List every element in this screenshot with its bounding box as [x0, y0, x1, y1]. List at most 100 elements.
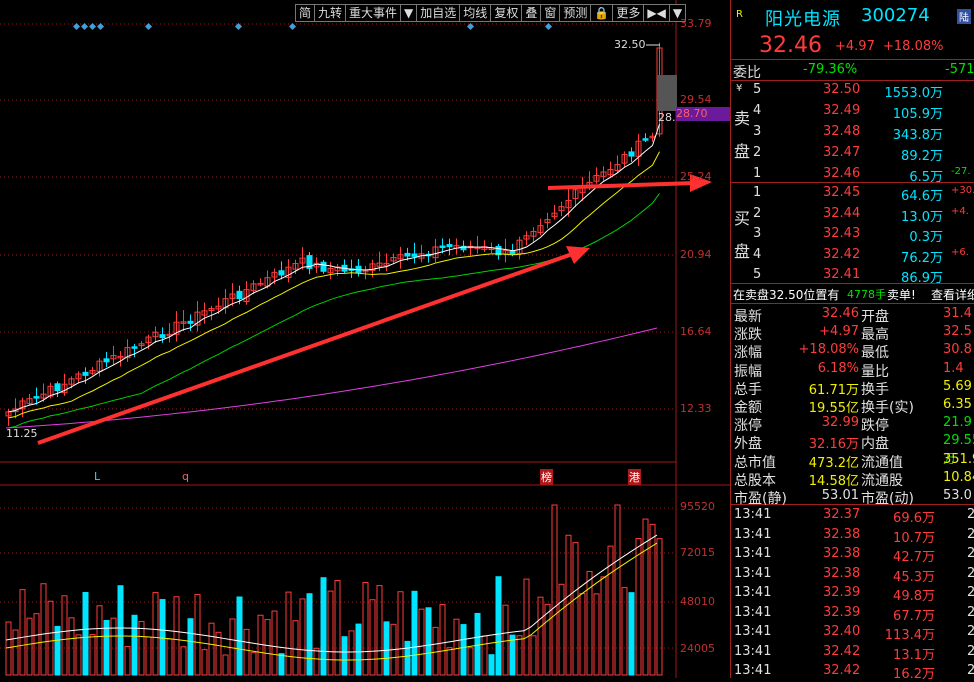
toolbar-item[interactable]: 简: [295, 4, 316, 22]
event-marker: [544, 22, 553, 31]
volume-bar: [208, 622, 215, 676]
candle-body: [54, 383, 61, 392]
stat-label: 总股本: [734, 472, 776, 489]
volume-bar: [33, 613, 40, 676]
marker-q[interactable]: q: [182, 470, 189, 483]
event-marker: [144, 22, 153, 31]
toolbar-item[interactable]: 预测: [559, 4, 592, 22]
toolbar-item[interactable]: 叠: [521, 4, 542, 22]
volume-bar: [40, 583, 47, 676]
volume-bar: [397, 591, 404, 676]
stat-label: 流通股: [861, 472, 903, 489]
low-price-label: 11.25: [6, 427, 38, 440]
stat-label: 最高: [861, 327, 889, 344]
volume-bar: [341, 636, 348, 676]
r-badge: R: [736, 9, 743, 20]
volume-bar: [579, 593, 586, 676]
volume-bar: [537, 596, 544, 676]
toolbar-item[interactable]: 重大事件: [345, 4, 402, 22]
volume-bar: [26, 617, 33, 676]
sell-price: 32.48: [823, 124, 861, 139]
tick-time: 13:41: [734, 526, 772, 542]
sell-level: 1: [753, 166, 762, 181]
stat-value: 10.84: [943, 469, 974, 485]
toolbar-item[interactable]: ▶◀: [643, 4, 670, 22]
weibi-label: 委比: [733, 65, 761, 81]
volume-bar: [138, 620, 145, 676]
stat-label: 换手(实): [861, 400, 914, 416]
stat-value: 6.35: [943, 397, 972, 412]
kline-chart[interactable]: [0, 0, 730, 678]
volume-bar: [285, 591, 292, 676]
notice-action: 卖单!: [887, 288, 916, 302]
tick-volume: 10.7万: [893, 530, 935, 546]
buy-volume: 86.9万: [901, 271, 943, 286]
tick-time: 13:41: [734, 643, 772, 659]
candle-body: [446, 244, 453, 248]
volume-bar: [509, 634, 516, 676]
stat-value: 473.2亿: [808, 455, 859, 471]
volume-bar: [600, 576, 607, 676]
buy-price: 32.44: [823, 205, 861, 221]
volume-bar: [467, 647, 474, 676]
stock-code: 300274: [861, 5, 930, 26]
candle-body: [33, 396, 40, 399]
tick-price: 32.38: [823, 546, 861, 561]
volume-bar: [628, 592, 635, 676]
sell-level: 4: [753, 103, 762, 118]
volume-bar: [124, 645, 131, 676]
volume-bar: [551, 504, 558, 676]
sell-volume: 89.2万: [901, 149, 943, 164]
event-marker: [88, 22, 97, 31]
toolbar-item[interactable]: 九转: [314, 4, 347, 22]
volume-tick: 72015: [680, 546, 715, 559]
volume-bar: [516, 635, 523, 676]
candle-body: [278, 270, 285, 276]
quote-panel: R 阳光电源 300274 陆 32.46 +4.97 +18.08% 委比 -…: [730, 0, 974, 682]
volume-tick: 24005: [680, 642, 715, 655]
volume-bar: [54, 625, 61, 676]
marker-bang[interactable]: 榜: [540, 469, 553, 485]
hk-connect-badge[interactable]: 陆: [957, 9, 971, 24]
tick-count: 2: [967, 526, 974, 542]
toolbar-item[interactable]: ▼: [400, 4, 418, 22]
tick-count: 2: [967, 546, 974, 561]
notice-detail-link[interactable]: 查看详细: [931, 286, 974, 303]
volume-bar: [173, 596, 180, 676]
candle-body: [404, 252, 411, 257]
tick-price: 32.39: [823, 585, 861, 600]
stock-header: R 阳光电源 300274 陆: [731, 4, 974, 30]
sell-price: 32.47: [823, 145, 861, 160]
volume-bar: [572, 542, 579, 676]
toolbar-item[interactable]: 复权: [490, 4, 523, 22]
volume-bar: [404, 640, 411, 676]
tick-count: 2: [967, 585, 974, 600]
candle-body: [642, 138, 649, 141]
toolbar-item[interactable]: 更多: [612, 4, 645, 22]
volume-bar: [502, 604, 509, 676]
stat-label: 量比: [861, 363, 889, 380]
price-change-pct: +18.08%: [883, 39, 944, 54]
volume-bar: [152, 592, 159, 676]
stat-label: 外盘: [734, 436, 762, 453]
toolbar-item[interactable]: 均线: [459, 4, 492, 22]
stat-value: +18.08%: [798, 342, 859, 358]
volume-bar: [47, 600, 54, 676]
volume-bar: [159, 599, 166, 676]
volume-bar: [96, 605, 103, 676]
toolbar-item[interactable]: 加自选: [416, 4, 461, 22]
toolbar-item[interactable]: 窗: [540, 4, 561, 22]
tick-volume: 67.7万: [893, 608, 935, 624]
marker-gang[interactable]: 港: [628, 469, 641, 485]
event-marker: [288, 22, 297, 31]
marker-l[interactable]: L: [94, 470, 100, 483]
kline-chart-area[interactable]: 简九转 重大事件 ▼ 加自选 均线 复权叠窗预测 🔒 更多 ▶◀ ▼ 33.79 29.54 28…: [0, 0, 730, 678]
sell-volume: 343.8万: [892, 128, 943, 143]
big-order-notice[interactable]: 在卖盘32.50位置有 4778手 卖单! 查看详细: [731, 285, 974, 304]
stat-label: 总手: [734, 381, 762, 398]
sell-price: 32.46: [823, 166, 861, 181]
candle-body: [628, 151, 635, 157]
tick-time: 13:41: [734, 663, 772, 678]
volume-bar: [488, 654, 495, 676]
toolbar-item[interactable]: 🔒: [590, 4, 614, 22]
